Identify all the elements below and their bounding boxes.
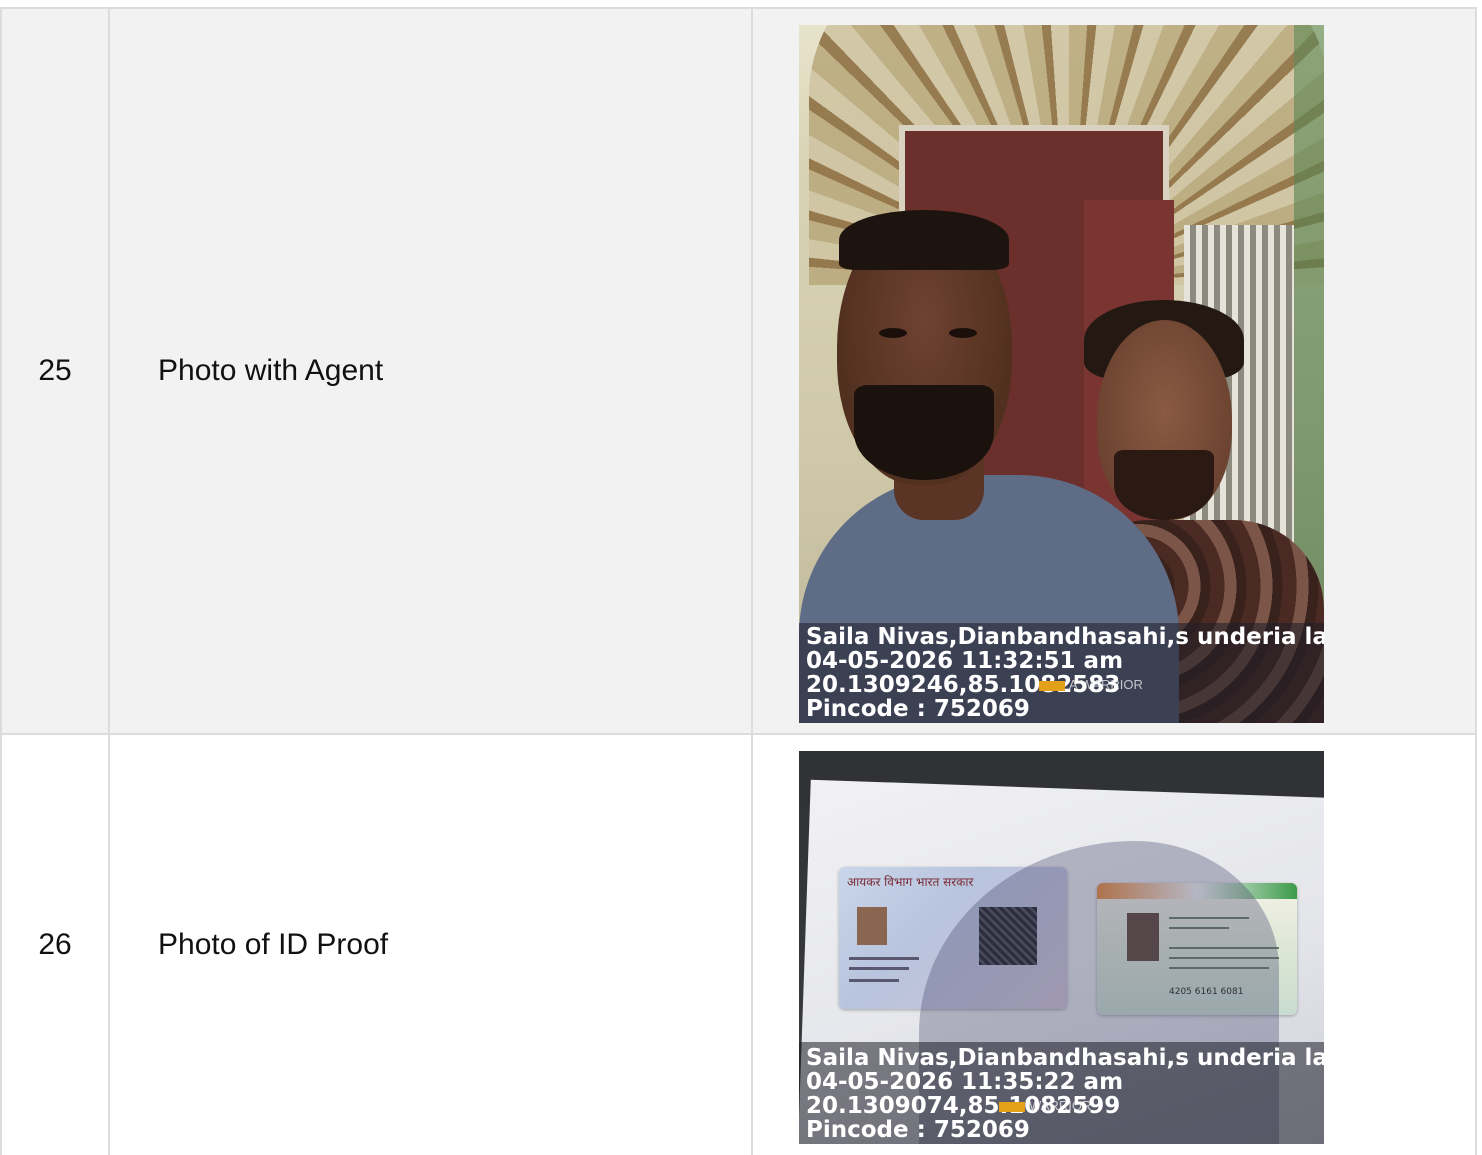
geotag-pincode: Pincode : 752069 [806, 1117, 1030, 1143]
photo-cell: Saila Nivas,Dianbandhasahi,s underia lan… [753, 9, 1475, 733]
geotag-address: Saila Nivas,Dianbandhasahi,s underia lan… [806, 1045, 1324, 1071]
geotag-address: Saila Nivas,Dianbandhasahi,s underia lan… [806, 624, 1324, 650]
row-label: Photo with Agent [110, 9, 753, 733]
table-row: 25 Photo with Agent Saila Nivas,Dianband… [2, 9, 1475, 735]
geotag-datetime: 04-05-2026 11:32:51 am [806, 648, 1124, 674]
watermark: A WARRIOR [1039, 673, 1143, 697]
watermark: WARRIOR [999, 1094, 1091, 1118]
agent-selfie-photo[interactable]: Saila Nivas,Dianbandhasahi,s underia lan… [799, 25, 1324, 723]
row-label: Photo of ID Proof [110, 735, 753, 1155]
table-row: 26 Photo of ID Proof आयकर विभाग भारत सरक… [2, 735, 1475, 1155]
geotag-datetime: 04-05-2026 11:35:22 am [806, 1069, 1124, 1095]
details-table: 25 Photo with Agent Saila Nivas,Dianband… [0, 7, 1477, 1155]
geotag-pincode: Pincode : 752069 [806, 696, 1030, 722]
geotag-overlay: Saila Nivas,Dianbandhasahi,s underia lan… [799, 623, 1324, 723]
row-number: 25 [2, 9, 110, 733]
row-number: 26 [2, 735, 110, 1155]
photo-cell: आयकर विभाग भारत सरकार 4205 6161 6081 Sai… [753, 735, 1475, 1155]
geotag-overlay: Saila Nivas,Dianbandhasahi,s underia lan… [799, 1042, 1324, 1144]
id-proof-photo[interactable]: आयकर विभाग भारत सरकार 4205 6161 6081 Sai… [799, 751, 1324, 1144]
